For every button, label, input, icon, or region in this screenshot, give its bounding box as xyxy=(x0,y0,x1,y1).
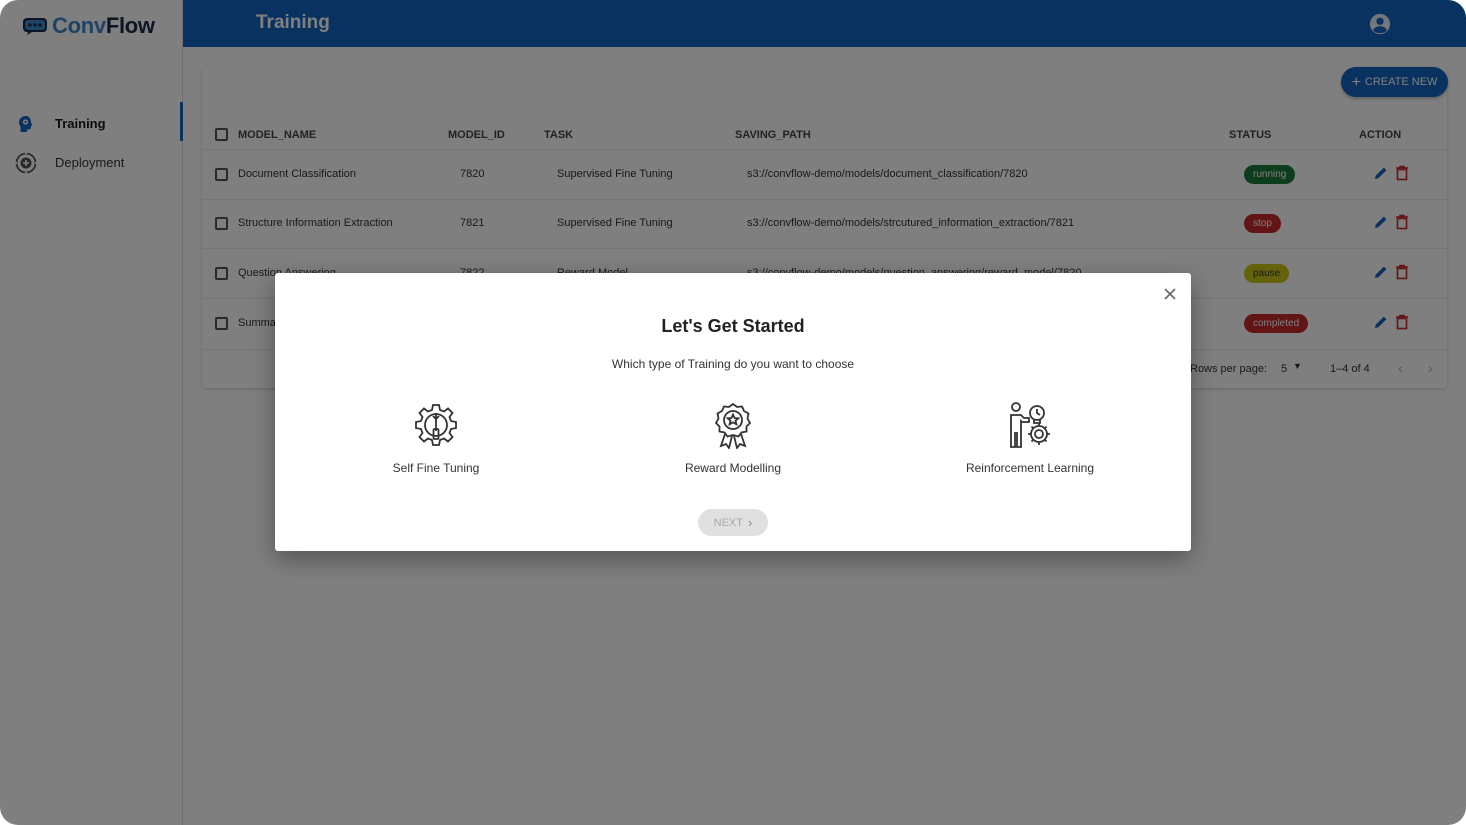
chevron-right-icon: › xyxy=(748,515,753,530)
award-badge-icon xyxy=(714,402,752,449)
option-reward-modelling[interactable]: Reward Modelling xyxy=(633,401,833,475)
option-self-fine-tuning[interactable]: Self Fine Tuning xyxy=(336,401,536,475)
option-label: Self Fine Tuning xyxy=(392,461,480,475)
dialog-title: Let's Get Started xyxy=(661,316,805,336)
gear-wrench-icon xyxy=(415,404,457,446)
close-icon[interactable] xyxy=(1161,285,1179,303)
person-gears-icon xyxy=(1010,402,1050,448)
next-button[interactable]: NEXT › xyxy=(698,509,768,536)
next-button-label: NEXT xyxy=(713,516,743,529)
training-type-dialog: Let's Get Started Which type of Training… xyxy=(275,273,1191,551)
option-label: Reinforcement Learning xyxy=(965,461,1095,475)
app-window: ConvFlow Training xyxy=(0,0,1466,825)
option-reinforcement-learning[interactable]: Reinforcement Learning xyxy=(930,401,1130,475)
dialog-subtitle: Which type of Training do you want to ch… xyxy=(611,357,855,371)
option-label: Reward Modelling xyxy=(684,461,782,475)
